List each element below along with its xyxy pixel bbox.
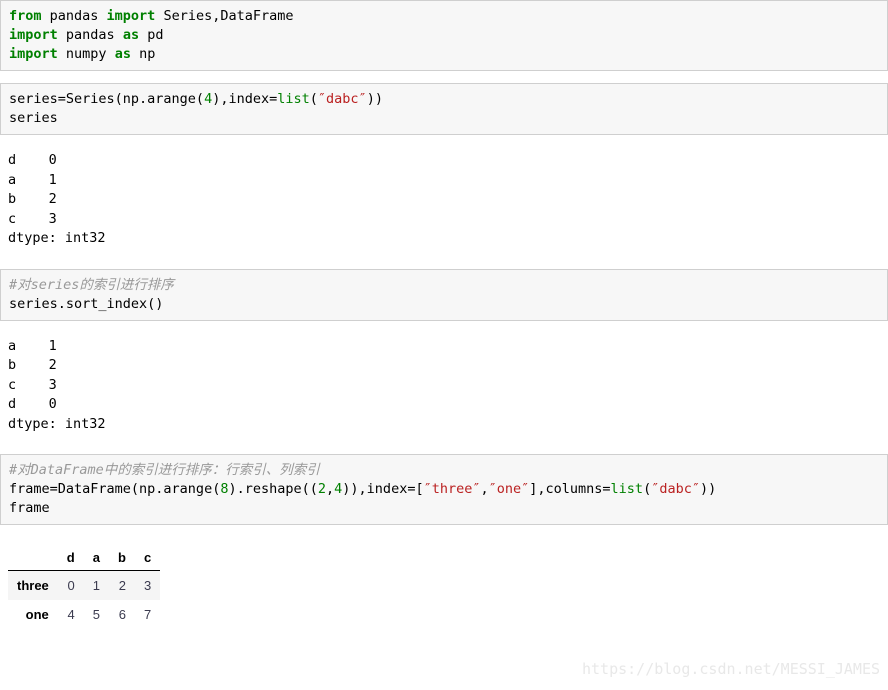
code-token: pandas [41, 8, 107, 24]
code-line: series.sort_index() [9, 295, 887, 314]
code-token: list [277, 91, 310, 107]
code-token: ).reshape(( [228, 481, 318, 497]
table-header-row: dabc [8, 547, 161, 571]
code-token: #对series的索引进行排序 [9, 276, 174, 293]
table-row: one 4 5 6 7 [8, 600, 160, 629]
cell-spacer [0, 525, 888, 537]
table-cell: 3 [134, 570, 161, 600]
output-line: c 3 [8, 210, 57, 227]
table-row: three 0 1 2 3 [8, 570, 161, 600]
output-series: d 0 a 1 b 2 c 3 dtype: int32 [0, 147, 888, 253]
code-token: from [9, 8, 42, 24]
code-token: Series,DataFrame [155, 8, 294, 24]
watermark-text: https://blog.csdn.net/MESSI_JAMES [581, 660, 880, 678]
code-token: )) [699, 481, 717, 497]
code-token: frame [9, 500, 50, 516]
table-column-header: a [83, 547, 109, 571]
code-token: import [9, 27, 58, 43]
code-token: pandas [57, 27, 123, 43]
output-line: a 1 [8, 337, 57, 354]
code-token: np [130, 46, 156, 62]
code-token: ″dabc″ [651, 481, 700, 497]
code-cell-sort-index[interactable]: #对series的索引进行排序 series.sort_index() [0, 268, 888, 321]
code-token: series=Series(np.arange( [9, 91, 205, 107]
table-column-header: d [57, 547, 84, 571]
code-token: series [9, 110, 58, 126]
code-line: frame=DataFrame(np.arange(8).reshape((2,… [9, 480, 887, 499]
code-token: numpy [57, 46, 115, 62]
output-line: b 2 [8, 191, 57, 207]
code-token: ( [309, 91, 318, 107]
table-cell: 4 [67, 607, 75, 622]
code-line: from pandas import Series,DataFrame [9, 7, 887, 26]
output-line: c 3 [8, 376, 57, 393]
code-line: series=Series(np.arange(4),index=list(″d… [9, 90, 887, 109]
table-corner-cell [8, 547, 58, 571]
output-line: dtype: int32 [8, 415, 106, 432]
code-line: import pandas as pd [9, 26, 887, 45]
code-token: ″three″ [423, 481, 481, 497]
code-cell-create-dataframe[interactable]: #对DataFrame中的索引进行排序：行索引、列索引 frame=DataFra… [0, 454, 888, 525]
table-cell: 7 [143, 607, 152, 622]
code-token: ″dabc″ [317, 91, 367, 107]
code-token: #对DataFrame中的索引进行排序：行索引、列索引 [9, 462, 320, 478]
cell-spacer [0, 135, 888, 147]
notebook-container: from pandas import Series,DataFrame impor… [0, 0, 888, 629]
table-row-index: one [25, 607, 49, 622]
table-cell: 1 [83, 570, 109, 600]
output-line: a 1 [8, 171, 57, 188]
output-series-sorted: a 1 b 2 c 3 d 0 dtype: int32 [0, 332, 888, 438]
code-line: series [9, 109, 887, 128]
code-token: 2 [317, 481, 327, 497]
code-token: ( [643, 481, 652, 497]
code-cell-create-series[interactable]: series=Series(np.arange(4),index=list(″d… [0, 83, 888, 135]
code-token: pd [139, 27, 164, 43]
code-token: as [114, 46, 131, 62]
code-token: ],columns= [529, 481, 611, 497]
code-token: list [610, 481, 644, 497]
code-line: #对DataFrame中的索引进行排序：行索引、列索引 [9, 461, 887, 480]
table-cell: 6 [118, 607, 126, 622]
output-line: dtype: int32 [8, 230, 106, 246]
output-line: b 2 [8, 357, 57, 373]
code-line: import numpy as np [9, 45, 887, 64]
code-token: )),index=[ [342, 481, 424, 497]
cell-spacer [0, 71, 888, 83]
code-token: frame=DataFrame(np.arange( [9, 481, 221, 497]
output-dataframe-table: d a b c three 0 1 2 3 one 4 5 6 7 [8, 547, 161, 629]
code-token: , [326, 481, 335, 497]
table-column-header: c [134, 547, 161, 571]
code-token: )) [366, 91, 383, 107]
code-cell-imports[interactable]: from pandas import Series,DataFrame impor… [0, 0, 888, 71]
code-token: as [122, 27, 140, 43]
code-token: ),index= [212, 91, 278, 107]
output-line: d 0 [8, 152, 57, 168]
table-row-index: three [8, 570, 58, 600]
output-line: d 0 [8, 396, 57, 412]
table-cell: 5 [92, 607, 100, 622]
cell-spacer [0, 438, 888, 454]
code-token: 4 [204, 91, 213, 107]
code-token: ″one″ [488, 481, 530, 497]
cell-spacer [0, 253, 888, 269]
code-token: , [480, 481, 489, 497]
table-cell: 2 [108, 570, 135, 600]
table-cell: 0 [57, 570, 84, 600]
code-token: import [106, 8, 156, 24]
code-token: series.sort_index() [9, 295, 164, 312]
code-line: frame [9, 499, 887, 518]
cell-spacer [0, 321, 888, 333]
dataframe-output-wrapper: d a b c three 0 1 2 3 one 4 5 6 7 [0, 537, 888, 629]
code-token: import [9, 46, 58, 62]
table-column-header: b [108, 547, 135, 571]
code-line: #对series的索引进行排序 [9, 276, 887, 295]
